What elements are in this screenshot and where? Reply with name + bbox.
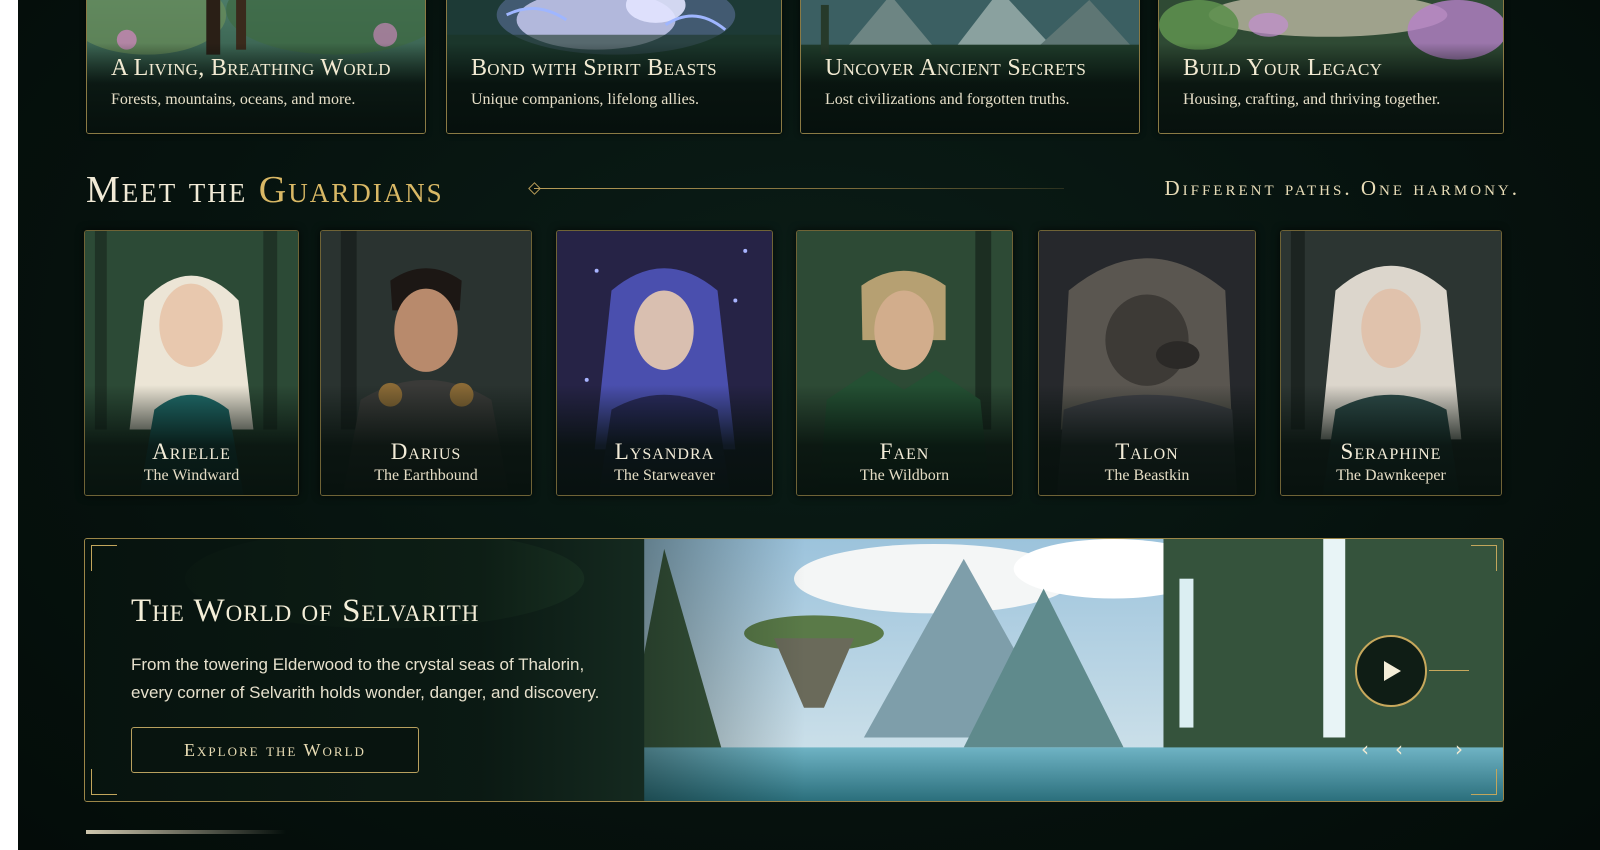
frame-corner (1471, 545, 1497, 571)
guardian-name: Darius (390, 439, 462, 464)
feature-subtitle: Forests, mountains, oceans, and more. (111, 91, 356, 108)
world-banner: The World of Selvarith From the towering… (84, 538, 1504, 802)
guardian-card-lysandra[interactable]: Lysandra The Starweaver (556, 230, 773, 496)
explore-world-button[interactable]: Explore the World (131, 727, 419, 773)
feature-card-ancient-secrets[interactable]: Uncover Ancient Secrets Lost civilizatio… (800, 0, 1140, 134)
feature-subtitle: Housing, crafting, and thriving together… (1183, 91, 1441, 108)
world-description-line: every corner of Selvarith holds wonder, … (131, 683, 600, 702)
feature-title: Uncover Ancient Secrets (825, 55, 1087, 81)
guardian-role: The Wildborn (859, 467, 950, 484)
guardian-role: The Beastkin (1104, 467, 1190, 484)
page: A Living, Breathing World Forests, mount… (18, 0, 1600, 850)
section-tagline: Different paths. One harmony. (1164, 176, 1520, 200)
guardian-card-talon[interactable]: Talon The Beastkin (1038, 230, 1256, 496)
frame-corner (91, 769, 117, 795)
guardian-name: Faen (879, 439, 930, 464)
section-title-highlight: Guardians (258, 169, 444, 211)
guardian-card-seraphine[interactable]: Seraphine The Dawnkeeper (1280, 230, 1502, 496)
play-ornament-line (1429, 670, 1469, 671)
divider-line (534, 188, 1064, 189)
section-title-prefix: Meet the (86, 169, 248, 211)
feature-subtitle: Unique companions, lifelong allies. (471, 91, 699, 108)
guardian-name: Lysandra (614, 439, 715, 464)
guardian-name: Talon (1115, 439, 1179, 464)
guardian-role: The Windward (143, 467, 240, 484)
guardian-name: Arielle (152, 439, 231, 464)
guardian-card-arielle[interactable]: Arielle The Windward (84, 230, 299, 496)
world-title: The World of Selvarith (131, 593, 480, 629)
feature-card-spirit-beasts[interactable]: Bond with Spirit Beasts Unique companion… (446, 0, 782, 134)
feature-subtitle: Lost civilizations and forgotten truths. (825, 91, 1070, 108)
next-section-peek (86, 830, 286, 834)
feature-row: A Living, Breathing World Forests, mount… (86, 0, 1506, 134)
frame-corner (91, 545, 117, 571)
feature-card-living-world[interactable]: A Living, Breathing World Forests, mount… (86, 0, 426, 134)
guardian-role: The Dawnkeeper (1336, 467, 1446, 484)
play-icon (1384, 661, 1401, 681)
feature-title: A Living, Breathing World (111, 55, 391, 81)
guardian-card-faen[interactable]: Faen The Wildborn (796, 230, 1013, 496)
section-title: Meet the Guardians (86, 168, 444, 212)
guardian-name: Seraphine (1340, 439, 1442, 464)
world-description: From the towering Elderwood to the cryst… (131, 651, 731, 707)
guardian-card-darius[interactable]: Darius The Earthbound (320, 230, 532, 496)
feature-card-legacy[interactable]: Build Your Legacy Housing, crafting, and… (1158, 0, 1504, 134)
play-video-button[interactable] (1355, 635, 1427, 707)
prev-slide-icon[interactable]: ‹ (1361, 737, 1369, 761)
feature-title: Build Your Legacy (1183, 55, 1383, 81)
prev-arrow-icon[interactable]: ‹ (1395, 737, 1403, 761)
feature-title: Bond with Spirit Beasts (471, 55, 717, 81)
world-description-line: From the towering Elderwood to the cryst… (131, 655, 585, 674)
next-slide-icon[interactable]: › (1455, 737, 1463, 761)
guardian-role: The Starweaver (614, 467, 715, 484)
guardian-role: The Earthbound (374, 467, 478, 484)
frame-corner (1471, 769, 1497, 795)
